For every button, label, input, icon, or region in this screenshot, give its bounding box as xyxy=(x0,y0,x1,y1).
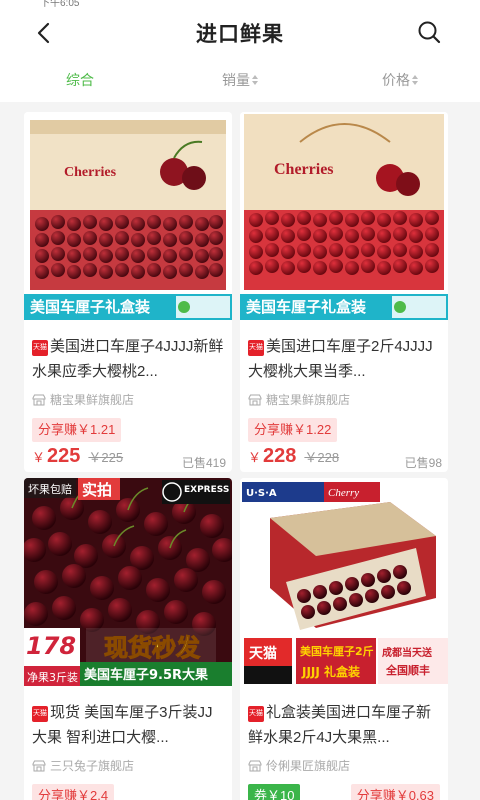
tmall-badge: 天猫 xyxy=(32,706,48,722)
price-tag-text: 178 xyxy=(26,632,76,660)
shop-name-text: 糖宝果鲜旗舰店 xyxy=(266,393,351,407)
box-brand-text: Cherries xyxy=(274,161,334,178)
product-name-text: 礼盒装美国进口车厘子新鲜水果2斤4J大果黑... xyxy=(248,704,432,746)
product-name-text: 美国进口车厘子2斤4JJJJ大樱桃大果当季... xyxy=(248,338,433,380)
shop-name-text: 糖宝果鲜旗舰店 xyxy=(50,393,135,407)
usa-text: U·S·A xyxy=(246,488,277,499)
product-grid: Cherries 美国车厘子礼盒装 天猫 美国进口车厘子4JJJJ新鲜水果应季大樱… xyxy=(0,102,480,800)
product-banner-text: 美国车厘子9.5R大果 xyxy=(84,667,208,683)
current-price: 225 xyxy=(47,445,81,467)
express-text: EXPRESS xyxy=(184,485,229,495)
live-photo-tag: 实拍 xyxy=(82,481,112,499)
product-image: Cherries 美国车厘子礼盒装 xyxy=(24,112,232,320)
price-tag-sub: 净果3斤装 xyxy=(27,670,78,684)
sort-bar: 综合 销量 价格 xyxy=(0,58,480,102)
current-price: 228 xyxy=(263,445,297,467)
search-button[interactable] xyxy=(414,18,444,46)
tmall-logo-text: 天猫 xyxy=(249,645,277,662)
coupon-badge[interactable]: 券￥10 xyxy=(248,784,301,800)
chengdu-text-2: 全国顺丰 xyxy=(385,663,430,677)
share-earn-badge[interactable]: 分享赚￥1.21 xyxy=(32,418,122,442)
tmall-badge: 天猫 xyxy=(32,340,48,356)
price: ￥ 225 ￥225 xyxy=(32,445,123,468)
original-price: ￥228 xyxy=(304,450,340,465)
sort-tab-label: 价格 xyxy=(382,72,410,88)
promo-big-text: 现货秒发 xyxy=(104,634,200,662)
sort-arrows-icon xyxy=(412,75,418,85)
product-banner-text-2: JJJJ 礼盒装 xyxy=(301,664,360,679)
price: ￥ 228 ￥228 xyxy=(248,445,339,468)
page-title: 进口鲜果 xyxy=(196,23,284,46)
box-brand-text: Cherries xyxy=(64,165,117,180)
status-time: 下午6:05 xyxy=(40,0,80,8)
search-icon xyxy=(418,21,441,44)
shop-name[interactable]: 糖宝果鲜旗舰店 xyxy=(248,391,350,408)
product-name[interactable]: 天猫 现货 美国车厘子3斤装JJ大果 智利进口大樱... xyxy=(32,700,226,750)
product-card[interactable]: 坏果包赔 实拍 EXPRESS 178 净果3斤装 现货秒发 美国车厘子9.5R… xyxy=(24,478,232,800)
product-name[interactable]: 天猫 美国进口车厘子2斤4JJJJ大樱桃大果当季... xyxy=(248,334,442,384)
share-earn-badge[interactable]: 分享赚￥0.63 xyxy=(350,784,440,800)
product-name-text: 美国进口车厘子4JJJJ新鲜水果应季大樱桃2... xyxy=(32,338,224,380)
shop-name-text: 伶俐果匠旗舰店 xyxy=(266,759,351,773)
shop-name[interactable]: 糖宝果鲜旗舰店 xyxy=(32,391,134,408)
top-nav: 进口鲜果 xyxy=(0,8,480,58)
sort-tab-default[interactable]: 综合 xyxy=(0,58,160,102)
product-banner-text: 美国车厘子2斤 xyxy=(300,644,374,658)
status-bar: 下午6:05 xyxy=(0,0,480,8)
product-banner-text: 美国车厘子礼盒装 xyxy=(30,298,151,316)
sort-tab-price[interactable]: 价格 xyxy=(320,58,480,102)
product-image: 坏果包赔 实拍 EXPRESS 178 净果3斤装 现货秒发 美国车厘子9.5R… xyxy=(24,478,232,686)
share-earn-badge[interactable]: 分享赚￥2.4 xyxy=(32,784,115,800)
product-banner-text: 美国车厘子礼盒装 xyxy=(246,298,367,316)
shop-icon xyxy=(32,394,46,405)
chengdu-text: 成都当天送 xyxy=(382,646,433,659)
sold-count: 已售98 xyxy=(404,456,442,470)
tmall-badge: 天猫 xyxy=(248,706,264,722)
product-image: U·S·A Cherry 天猫 美国车厘子2斤 JJJJ 礼盒装 成都当天送 全 xyxy=(240,478,448,686)
currency-symbol: ￥ xyxy=(248,450,262,465)
promo-tag-text: 坏果包赔 xyxy=(28,482,72,496)
shop-name-text: 三只兔子旗舰店 xyxy=(50,759,135,773)
product-image: Cherries 美国车厘子礼盒装 xyxy=(240,112,448,320)
cherry-text: Cherry xyxy=(328,487,359,499)
shop-icon xyxy=(32,760,46,771)
tmall-badge: 天猫 xyxy=(248,340,264,356)
shop-icon xyxy=(248,394,262,405)
product-name-text: 现货 美国车厘子3斤装JJ大果 智利进口大樱... xyxy=(32,704,213,746)
sort-arrows-icon xyxy=(252,75,258,85)
sort-tab-label: 综合 xyxy=(66,72,94,88)
product-name[interactable]: 天猫 美国进口车厘子4JJJJ新鲜水果应季大樱桃2... xyxy=(32,334,226,384)
share-earn-badge[interactable]: 分享赚￥1.22 xyxy=(248,418,338,442)
sort-tab-label: 销量 xyxy=(222,72,250,88)
product-card[interactable]: Cherries 美国车厘子礼盒装 天猫 美国进口车厘子2斤4JJJJ大樱桃大果当… xyxy=(240,112,448,472)
product-card[interactable]: U·S·A Cherry 天猫 美国车厘子2斤 JJJJ 礼盒装 成都当天送 全 xyxy=(240,478,448,800)
shop-name[interactable]: 伶俐果匠旗舰店 xyxy=(248,757,350,774)
original-price: ￥225 xyxy=(88,450,124,465)
shop-name[interactable]: 三只兔子旗舰店 xyxy=(32,757,134,774)
product-name[interactable]: 天猫 礼盒装美国进口车厘子新鲜水果2斤4J大果黑... xyxy=(248,700,442,750)
sort-tab-sales[interactable]: 销量 xyxy=(160,58,320,102)
product-card[interactable]: Cherries 美国车厘子礼盒装 天猫 美国进口车厘子4JJJJ新鲜水果应季大樱… xyxy=(24,112,232,472)
sold-count: 已售419 xyxy=(181,456,226,470)
currency-symbol: ￥ xyxy=(32,450,46,465)
shop-icon xyxy=(248,760,262,771)
